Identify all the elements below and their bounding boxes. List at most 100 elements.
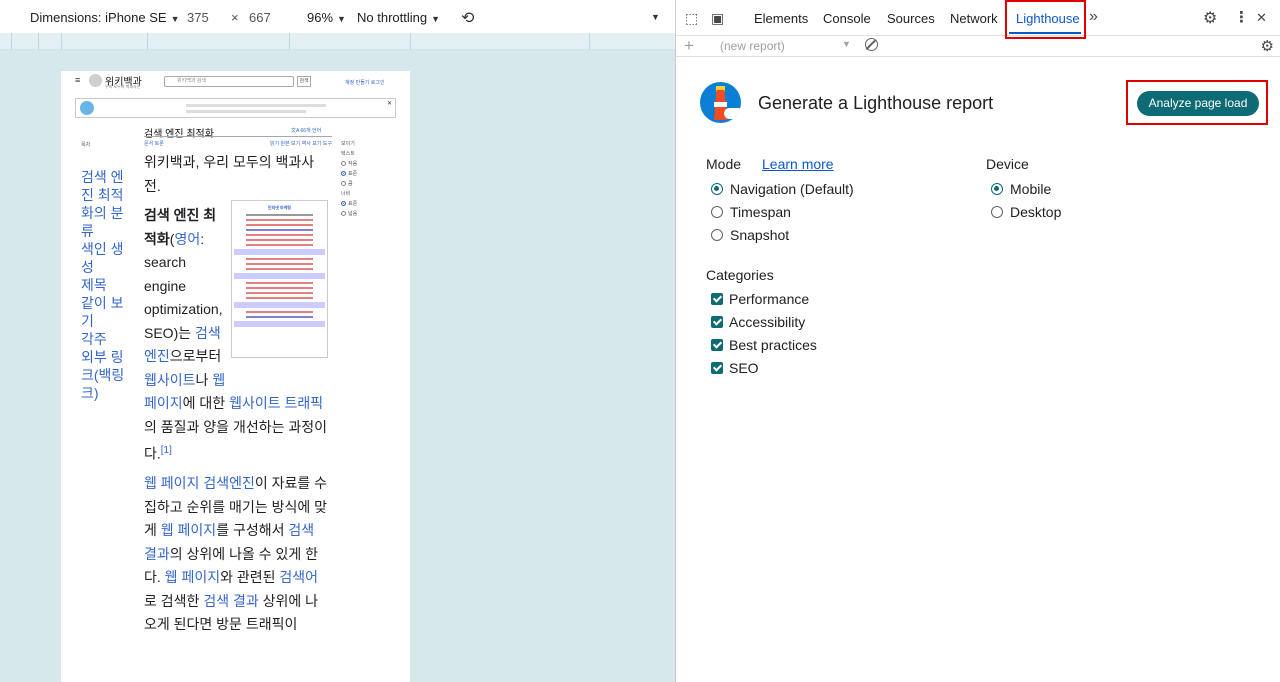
link[interactable]: 검색어 (279, 569, 318, 585)
checkbox-checked-icon (711, 316, 723, 328)
link[interactable]: 웹 페이지 (144, 475, 199, 491)
device-height-input[interactable]: 667 (249, 10, 271, 25)
learn-more-link[interactable]: Learn more (762, 156, 834, 172)
clear-icon[interactable] (865, 38, 878, 51)
inspect-element-icon[interactable]: ⬚ (685, 10, 698, 27)
device-toggle-icon[interactable]: ▣ (711, 10, 724, 27)
tagline: 위키백과, 우리 모두의 백과사전. (144, 154, 315, 194)
title-divider (144, 136, 332, 137)
zoom-dropdown[interactable]: 96% ▼ (307, 10, 346, 25)
mode-label: Mode (706, 156, 742, 172)
emulated-page: ≡ 위키백과 우리 모두의 백과사전 위키백과 검색 검색 계정 만들기 로그인… (61, 71, 410, 682)
link[interactable]: 웹사이트 (144, 372, 196, 388)
kebab-menu-icon[interactable]: ⋮ (1234, 8, 1249, 26)
wiki-notice-banner: ✕ (75, 98, 396, 118)
device-mobile-radio[interactable]: Mobile (991, 181, 1051, 197)
checkbox-checked-icon (711, 293, 723, 305)
lighthouse-logo-icon (700, 82, 741, 123)
wikipedia-globe-icon (89, 74, 102, 87)
rotate-icon[interactable]: ⟲ (461, 8, 474, 28)
wiki-search-button[interactable]: 검색 (297, 76, 311, 87)
wiki-login-links[interactable]: 계정 만들기 로그인 (345, 79, 385, 86)
mode-navigation-radio[interactable]: Navigation (Default) (711, 181, 854, 197)
tab-sources[interactable]: Sources (887, 11, 935, 26)
link[interactable]: 영어 (174, 231, 200, 247)
reference-link[interactable]: [1] (161, 445, 172, 456)
text-size-standard-radio[interactable]: 표준 (341, 169, 401, 179)
chevron-down-icon[interactable]: ▼ (842, 39, 851, 49)
hamburger-menu-icon[interactable]: ≡ (75, 75, 80, 85)
article-title: 검색 엔진 최적화 (144, 129, 214, 140)
toc-item[interactable]: 각주 (81, 330, 131, 348)
paragraph: 웹 페이지 검색엔진이 자료를 수집하고 순위를 매기는 방식에 맞게 웹 페이… (144, 475, 328, 633)
settings-gear-icon[interactable]: ⚙ (1203, 8, 1217, 28)
categories-label: Categories (706, 267, 774, 283)
link[interactable]: 웹 페이지 (161, 522, 216, 538)
tabs-left[interactable]: 문서 토론 (144, 141, 164, 147)
radio-checked-icon (711, 183, 723, 195)
checkbox-checked-icon (711, 339, 723, 351)
report-select[interactable]: (new report) (720, 39, 785, 53)
category-best-practices-checkbox[interactable]: Best practices (711, 337, 817, 353)
toc-item[interactable]: 색인 생성 (81, 240, 131, 276)
link[interactable]: 검색 결과 (203, 593, 258, 609)
device-toolbar: Dimensions: iPhone SE ▼ 375 × 667 96% ▼ No… (0, 0, 675, 36)
device-desktop-radio[interactable]: Desktop (991, 204, 1061, 220)
tab-elements[interactable]: Elements (754, 11, 808, 26)
wiki-logo-sub: 우리 모두의 백과사전 (105, 84, 141, 89)
device-width-input[interactable]: 375 (187, 10, 209, 25)
globe-icon (80, 101, 94, 115)
radio-icon (711, 229, 723, 241)
toc-item[interactable]: 제목 (81, 276, 131, 294)
chevron-down-icon: ▼ (337, 14, 346, 24)
width-wide-radio[interactable]: 넓음 (341, 209, 401, 219)
plus-icon[interactable]: + (684, 36, 694, 56)
side-text-label: 텍스트 (341, 151, 355, 157)
settings-gear-icon[interactable]: ⚙ (1261, 37, 1274, 55)
tabs-right[interactable]: 읽기 원본 보기 역사 보기 도구 (270, 140, 332, 147)
mode-timespan-radio[interactable]: Timespan (711, 204, 791, 220)
toc-heading: 목차 (81, 142, 91, 148)
mode-snapshot-radio[interactable]: Snapshot (711, 227, 789, 243)
side-heading: 보이기 (341, 141, 355, 147)
throttling-dropdown[interactable]: No throttling ▼ (357, 10, 440, 25)
article-body: 위키백과, 우리 모두의 백과사전. 검색 엔진 최적화(영어: search … (144, 151, 330, 643)
report-toolbar: + (new report) ▼ ⚙ (676, 36, 1280, 57)
more-tabs-icon[interactable]: » (1089, 8, 1098, 26)
radio-checked-icon (991, 183, 1003, 195)
radio-icon (711, 206, 723, 218)
category-performance-checkbox[interactable]: Performance (711, 291, 809, 307)
language-link[interactable]: 文A 66개 언어 (291, 127, 321, 134)
lead-paragraph: 검색 엔진 최적화(영어: search engine optimization… (144, 207, 327, 462)
text-size-small-radio[interactable]: 작음 (341, 159, 401, 169)
width-standard-radio[interactable]: 표준 (341, 199, 401, 209)
category-accessibility-checkbox[interactable]: Accessibility (711, 314, 805, 330)
toc-item[interactable]: 검색 엔진 최적화의 분류 (81, 168, 131, 240)
analyze-page-load-button[interactable]: Analyze page load (1137, 91, 1259, 116)
close-icon[interactable]: ✕ (387, 100, 392, 107)
appearance-options: 보이기 텍스트 작음 표준 큼 너비 표준 넓음 (341, 139, 401, 219)
device-dimensions-dropdown[interactable]: Dimensions: iPhone SE ▼ (30, 10, 180, 25)
more-options-chevron-icon[interactable]: ▼ (651, 12, 660, 22)
device-emulation-area: Dimensions: iPhone SE ▼ 375 × 667 96% ▼ No… (0, 0, 675, 682)
tab-console[interactable]: Console (823, 11, 871, 26)
link[interactable]: 웹 페이지 (165, 569, 220, 585)
side-width-label: 너비 (341, 191, 351, 197)
article-tabs: 문서 토론 읽기 원본 보기 역사 보기 도구 (144, 140, 332, 148)
highlight-box-lighthouse-tab (1005, 0, 1086, 39)
checkbox-checked-icon (711, 362, 723, 374)
category-seo-checkbox[interactable]: SEO (711, 360, 759, 376)
toc-item[interactable]: 외부 링크(백링크) (81, 348, 131, 402)
tab-network[interactable]: Network (950, 11, 998, 26)
link[interactable]: 검색엔진 (203, 475, 255, 491)
table-of-contents: 목차 검색 엔진 최적화의 분류 색인 생성 제목 같이 보기 각주 외부 링크… (81, 141, 131, 402)
link[interactable]: 웹사이트 트래픽 (229, 395, 323, 411)
devtools-panel: ⬚ ▣ Elements Console Sources Network Lig… (675, 0, 1280, 682)
wiki-search-input[interactable]: 위키백과 검색 (164, 76, 294, 87)
lighthouse-title: Generate a Lighthouse report (758, 93, 994, 113)
toc-item[interactable]: 같이 보기 (81, 294, 131, 330)
close-icon[interactable]: ✕ (1256, 10, 1267, 26)
device-label: Device (986, 156, 1029, 172)
chevron-down-icon: ▼ (431, 14, 441, 24)
text-size-large-radio[interactable]: 큼 (341, 179, 401, 189)
